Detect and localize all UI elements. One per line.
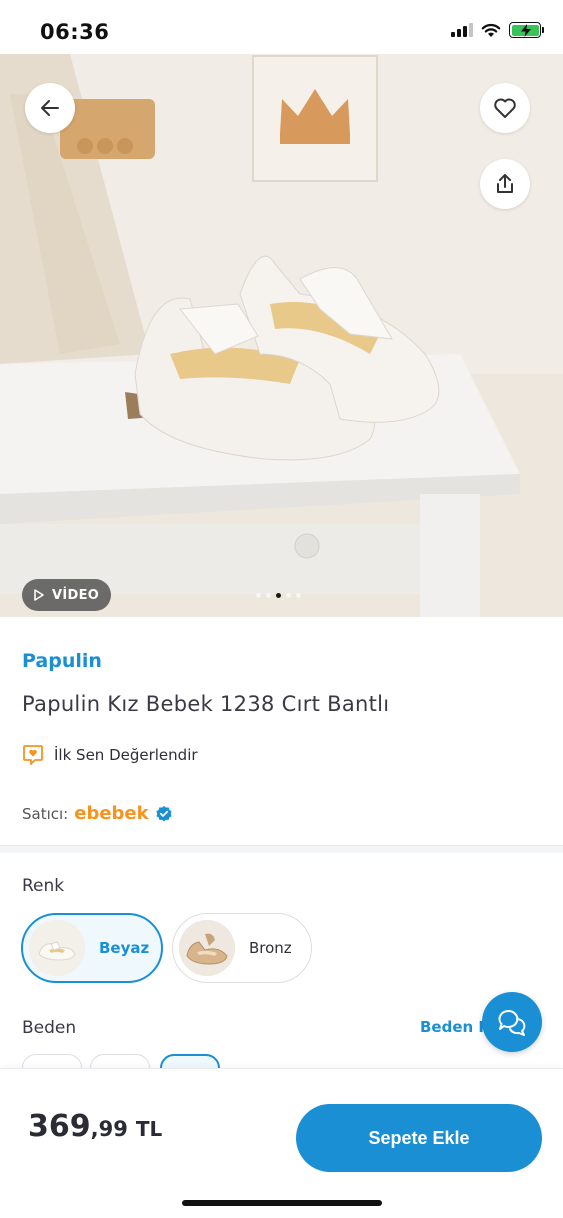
add-to-cart-button[interactable]: Sepete Ekle: [296, 1104, 542, 1172]
review-cta-label: İlk Sen Değerlendir: [54, 746, 198, 764]
share-icon: [497, 174, 513, 193]
review-heart-icon: [23, 745, 43, 765]
home-indicator[interactable]: [182, 1200, 382, 1206]
carousel-dot[interactable]: [296, 593, 301, 598]
price-main: 369: [28, 1109, 91, 1144]
status-bar: 06:36: [0, 0, 563, 54]
product-photo: [0, 54, 563, 617]
price: 369 ,99 TL: [28, 1109, 162, 1144]
price-decimal: ,99: [90, 1117, 128, 1141]
video-label: VİDEO: [52, 587, 100, 603]
video-button[interactable]: VİDEO: [22, 579, 112, 611]
carousel-dot[interactable]: [266, 593, 271, 598]
seller-name[interactable]: ebebek: [74, 803, 148, 824]
price-currency: TL: [135, 1117, 163, 1141]
status-time: 06:36: [40, 20, 110, 44]
color-option-label: Bronz: [249, 939, 292, 957]
product-detail-page: 06:36 VİDEO Papulin Papulin Kız Bebek 12…: [0, 0, 563, 1218]
brand-link[interactable]: Papulin: [22, 650, 102, 672]
color-option-bronz[interactable]: Bronz: [172, 913, 312, 983]
size-guide-link[interactable]: Beden K: [420, 1018, 490, 1036]
color-option-beyaz[interactable]: Beyaz: [21, 913, 163, 983]
play-icon: [34, 589, 44, 601]
seller-row[interactable]: Satıcı: ebebek: [22, 803, 173, 824]
product-image-carousel[interactable]: VİDEO: [0, 54, 563, 617]
heart-icon: [494, 98, 516, 118]
status-icons: [451, 22, 544, 38]
arrow-left-icon: [41, 100, 59, 116]
carousel-dot-active[interactable]: [276, 593, 281, 598]
favorite-button[interactable]: [480, 83, 530, 133]
seller-label: Satıcı:: [22, 804, 69, 823]
color-section-label: Renk: [22, 876, 65, 896]
carousel-dot[interactable]: [256, 593, 261, 598]
share-button[interactable]: [480, 159, 530, 209]
color-option-label: Beyaz: [99, 939, 150, 957]
battery-icon: [509, 22, 544, 38]
carousel-dots: [256, 593, 301, 598]
color-swatch-image: [179, 920, 235, 976]
chat-support-button[interactable]: [482, 992, 542, 1052]
review-cta[interactable]: İlk Sen Değerlendir: [22, 744, 198, 766]
size-section-label: Beden: [22, 1018, 77, 1038]
purchase-bar: 369 ,99 TL Sepete Ekle: [0, 1068, 563, 1218]
cellular-signal-icon: [451, 23, 473, 37]
section-divider: [0, 845, 563, 853]
verified-badge-icon: [156, 805, 172, 821]
carousel-dot[interactable]: [286, 593, 291, 598]
back-button[interactable]: [25, 83, 75, 133]
chat-bubbles-icon: [498, 1009, 526, 1036]
product-title: Papulin Kız Bebek 1238 Cırt Bantlı: [22, 692, 390, 716]
color-swatch-image: [29, 920, 85, 976]
wifi-icon: [481, 23, 501, 37]
